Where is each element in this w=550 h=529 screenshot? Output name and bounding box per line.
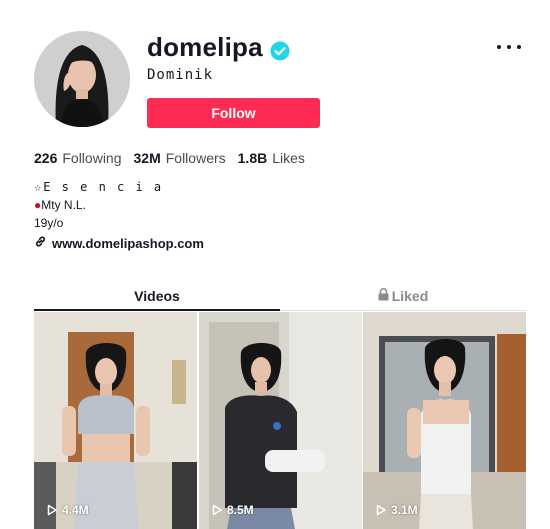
avatar-image	[34, 31, 130, 127]
following-label: Following	[62, 150, 122, 166]
username-row: domelipa	[147, 30, 290, 64]
video-thumbnail[interactable]: 4.4M	[34, 312, 197, 529]
likes-label: Likes	[272, 150, 305, 166]
video-thumbnail[interactable]: 3.1M	[363, 312, 526, 529]
verified-badge-icon	[270, 37, 290, 61]
view-count: 4.4M	[46, 503, 89, 517]
view-count: 8.5M	[211, 503, 254, 517]
video-thumbnail-image	[363, 312, 526, 529]
following-stat[interactable]: 226 Following	[34, 150, 122, 166]
tab-liked[interactable]: Liked	[280, 282, 526, 310]
profile-stats: 226 Following 32M Followers 1.8B Likes	[34, 150, 305, 166]
nickname: Dominik	[147, 67, 214, 83]
play-icon	[375, 504, 387, 516]
tab-videos-label: Videos	[134, 288, 180, 304]
tab-videos[interactable]: Videos	[34, 282, 280, 310]
bio-line-3: 19y/o	[34, 216, 64, 230]
video-thumbnail[interactable]: 8.5M	[199, 312, 362, 529]
view-count-text: 4.4M	[62, 503, 89, 517]
view-count-text: 8.5M	[227, 503, 254, 517]
tab-liked-label: Liked	[391, 288, 429, 304]
following-count: 226	[34, 150, 58, 166]
follow-button[interactable]: Follow	[147, 98, 320, 128]
avatar[interactable]	[34, 31, 130, 127]
video-thumbnail-image	[34, 312, 197, 529]
profile-tabs: Videos Liked	[34, 282, 526, 312]
bio: ☆E s e n c i a ●Mty N.L. 19y/o	[34, 178, 163, 232]
play-icon	[46, 504, 58, 516]
play-icon	[211, 504, 223, 516]
followers-label: Followers	[165, 150, 226, 166]
likes-count: 1.8B	[237, 150, 268, 166]
video-grid: 4.4M 8.5M 3.1M	[34, 312, 526, 529]
lock-icon	[378, 288, 389, 304]
profile-link[interactable]: www.domelipashop.com	[34, 235, 204, 251]
view-count: 3.1M	[375, 503, 418, 517]
bio-line-2-row: ●Mty N.L.	[34, 196, 163, 214]
link-icon	[34, 235, 47, 251]
bio-line-1: ☆E s e n c i a	[34, 180, 164, 194]
username: domelipa	[147, 31, 263, 62]
video-thumbnail-image	[199, 312, 362, 529]
followers-stat[interactable]: 32M Followers	[134, 150, 226, 166]
more-options-icon[interactable]	[497, 40, 521, 54]
profile-link-text: www.domelipashop.com	[52, 235, 204, 251]
likes-stat: 1.8B Likes	[238, 150, 305, 166]
view-count-text: 3.1M	[391, 503, 418, 517]
followers-count: 32M	[133, 150, 161, 166]
bio-line-2: Mty N.L.	[41, 198, 86, 212]
tab-active-indicator	[34, 309, 280, 311]
